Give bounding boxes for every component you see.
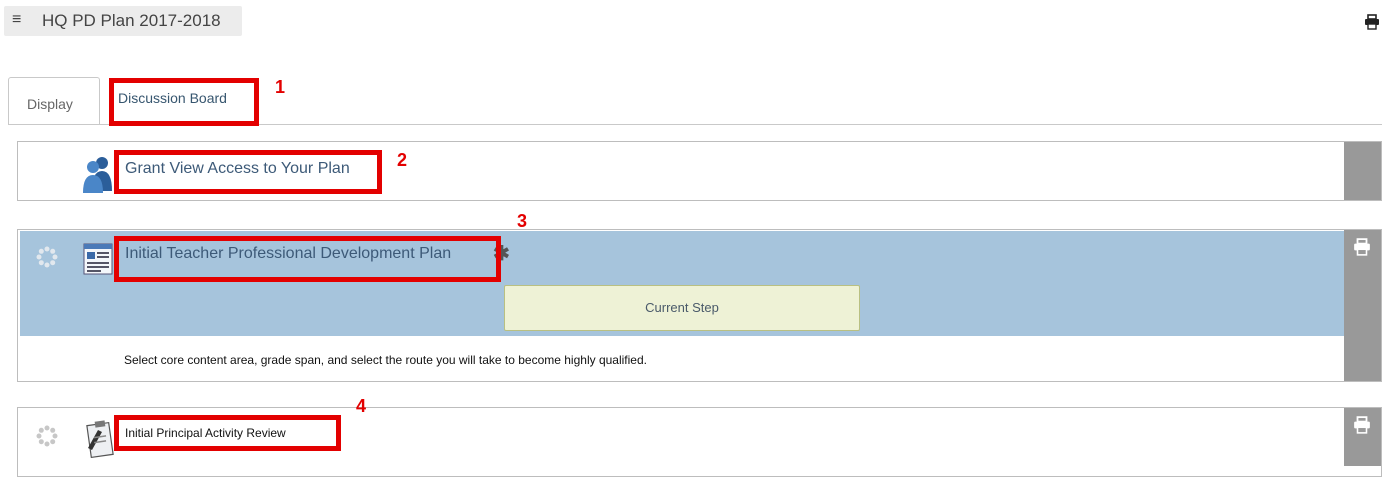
tab-display-label: Display [27,96,73,112]
current-step-label: Current Step [645,300,719,315]
annotation-box-1 [109,78,259,126]
print-icon[interactable] [1353,416,1371,434]
annotation-box-4 [114,415,341,451]
annotation-number-3: 3 [517,211,528,231]
print-icon[interactable] [1364,14,1380,30]
clipboard-icon [86,420,114,458]
annotation-box-2 [114,150,382,194]
hamburger-menu-icon[interactable]: ≡ [12,10,21,30]
step-description: Select core content area, grade span, an… [124,353,647,367]
print-icon[interactable] [1353,238,1371,256]
annotation-number-4: 4 [356,396,367,416]
current-step-button[interactable]: Current Step [504,285,860,331]
annotation-number-1: 1 [275,77,286,97]
annotation-box-3 [114,236,501,282]
users-icon [83,157,112,193]
document-icon [83,243,113,275]
annotation-number-2: 2 [397,150,408,170]
tab-display[interactable]: Display [8,77,100,124]
loading-spinner-icon [36,425,58,447]
loading-spinner-icon [36,246,58,268]
page-title: HQ PD Plan 2017-2018 [42,11,221,30]
panel-side-bar [1344,142,1381,200]
